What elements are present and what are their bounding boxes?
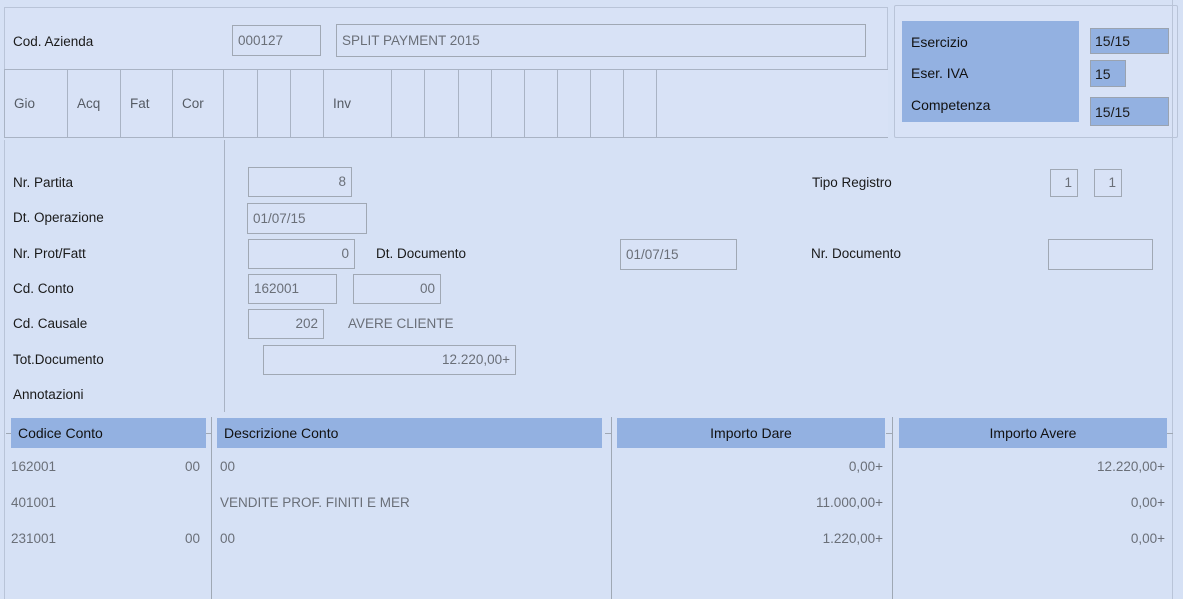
cd-conto-field[interactable]: 162001 [248,274,337,304]
tab-blank-3[interactable] [291,70,324,137]
grid-tick-3 [886,433,893,434]
dt-operazione-label: Dt. Operazione [13,210,104,225]
nr-partita-field[interactable]: 8 [248,167,352,197]
tab-blank-8[interactable] [525,70,558,137]
cd-conto-sub-field[interactable]: 00 [353,274,441,304]
esercizio-label-block: Esercizio Eser. IVA Competenza [902,21,1079,122]
competenza-value-field[interactable]: 15/15 [1090,97,1169,126]
grid-tick-1 [205,433,212,434]
tab-blank-11[interactable] [624,70,657,137]
tab-blank-4[interactable] [392,70,425,137]
company-name-field[interactable]: SPLIT PAYMENT 2015 [336,24,866,57]
accounting-lines-grid: Codice Conto Descrizione Conto Importo D… [0,412,1183,599]
table-row[interactable]: 231001 [11,527,121,549]
tipo-registro-field-2[interactable]: 1 [1094,169,1122,197]
tab-blank-5[interactable] [425,70,459,137]
table-row[interactable]: 0,00+ [617,455,883,477]
tab-gio[interactable]: Gio [4,70,68,137]
tab-blank-9[interactable] [558,70,591,137]
form-left-border [4,140,5,412]
grid-separator-1[interactable] [211,417,212,599]
table-row[interactable]: 11.000,00+ [617,491,883,513]
dt-documento-label: Dt. Documento [376,246,467,261]
grid-separator-3[interactable] [892,417,893,599]
grid-header-descrizione-conto[interactable]: Descrizione Conto [217,418,602,448]
cd-causale-label: Cd. Causale [13,316,88,331]
company-code-label: Cod. Azienda [13,34,94,49]
company-code-field[interactable]: 000127 [232,25,321,56]
tipo-registro-label: Tipo Registro [812,175,892,190]
dt-operazione-field[interactable]: 01/07/15 [247,203,367,234]
tipo-registro-field-1[interactable]: 1 [1050,169,1078,197]
nr-documento-field[interactable] [1048,239,1153,270]
form-column-divider [224,140,225,412]
table-row[interactable] [120,491,200,513]
tab-fat[interactable]: Fat [121,70,173,137]
cd-conto-label: Cd. Conto [13,281,74,296]
tab-blank-6[interactable] [459,70,492,137]
annotazioni-label: Annotazioni [13,387,84,402]
eserc-iva-label: Eser. IVA [911,65,969,81]
table-row[interactable]: 00 [220,527,600,549]
grid-tick-2 [605,433,612,434]
table-row[interactable]: 401001 [11,491,121,513]
table-row[interactable]: 1.220,00+ [617,527,883,549]
cd-causale-field[interactable]: 202 [248,309,324,339]
tab-cor[interactable]: Cor [173,70,224,137]
cd-causale-description: AVERE CLIENTE [348,316,454,331]
eserc-iva-value-field[interactable]: 15 [1090,60,1126,87]
dt-documento-field[interactable]: 01/07/15 [620,239,737,270]
tab-blank-2[interactable] [258,70,291,137]
register-tab-strip[interactable]: Gio Acq Fat Cor Inv [4,69,888,138]
table-row[interactable]: 00 [220,455,600,477]
table-row[interactable]: 12.220,00+ [899,455,1165,477]
nr-prot-fatt-label: Nr. Prot/Fatt [13,246,86,261]
grid-tick-4 [1166,433,1173,434]
table-row[interactable]: 0,00+ [899,491,1165,513]
tab-blank-1[interactable] [224,70,258,137]
tab-inv[interactable]: Inv [324,70,392,137]
tot-documento-label: Tot.Documento [13,352,104,367]
competenza-label: Competenza [911,97,991,113]
grid-header-codice-conto[interactable]: Codice Conto [11,418,206,448]
nr-documento-label: Nr. Documento [811,246,902,261]
tot-documento-field[interactable]: 12.220,00+ [263,345,516,375]
grid-header-importo-dare[interactable]: Importo Dare [617,418,885,448]
table-row[interactable]: 00 [120,455,200,477]
tab-blank-7[interactable] [492,70,525,137]
table-row[interactable]: 162001 [11,455,121,477]
tab-acq[interactable]: Acq [68,70,121,137]
grid-separator-2[interactable] [611,417,612,599]
esercizio-value-field[interactable]: 15/15 [1090,28,1169,54]
nr-partita-label: Nr. Partita [13,175,74,190]
esercizio-label: Esercizio [911,34,968,50]
grid-header-importo-avere[interactable]: Importo Avere [899,418,1167,448]
accounting-entry-window: Cod. Azienda 000127 SPLIT PAYMENT 2015 G… [0,0,1183,599]
table-row[interactable]: 0,00+ [899,527,1165,549]
nr-prot-fatt-field[interactable]: 0 [248,239,355,269]
table-row[interactable]: 00 [120,527,200,549]
tab-blank-10[interactable] [591,70,624,137]
table-row[interactable]: VENDITE PROF. FINITI E MER [220,491,600,513]
